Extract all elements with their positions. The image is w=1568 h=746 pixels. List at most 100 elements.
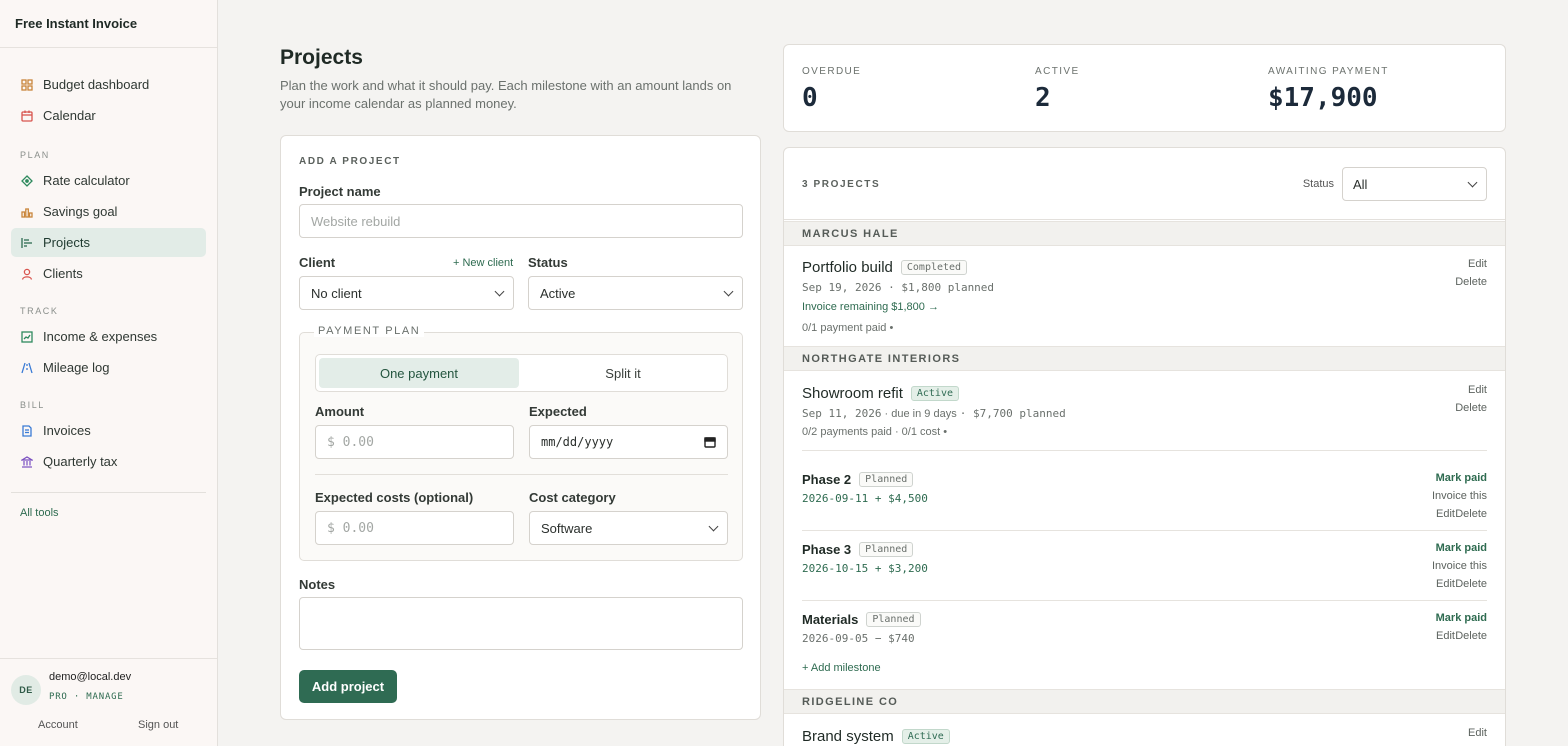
delete-button[interactable]: Delete xyxy=(1455,276,1487,288)
all-tools-link[interactable]: All tools xyxy=(0,507,217,519)
project-title[interactable]: Brand system Active xyxy=(802,728,950,745)
delete-button[interactable]: Delete xyxy=(1455,402,1487,414)
client-select[interactable]: No client xyxy=(299,276,514,310)
page-title: Projects xyxy=(280,46,363,69)
mark-paid-button[interactable]: Mark paid xyxy=(1436,472,1487,484)
delete-button[interactable]: Delete xyxy=(1455,630,1487,642)
one-payment-button[interactable]: One payment xyxy=(319,358,519,388)
expected-costs-input[interactable]: $ 0.00 xyxy=(315,511,514,545)
project-date: Sep 11, 2026 xyxy=(802,407,882,420)
expected-date-placeholder: mm/dd/yyyy xyxy=(541,435,614,449)
payment-plan-legend: PAYMENT PLAN xyxy=(314,325,425,337)
cost-category-select[interactable]: Software xyxy=(529,511,728,545)
edit-button[interactable]: Edit xyxy=(1436,630,1455,642)
list-header: 3 PROJECTS Status All xyxy=(784,148,1505,220)
project-meta: Sep 11, 2026 · due in 9 days · $7,700 pl… xyxy=(802,407,1066,420)
client-select-value: No client xyxy=(311,285,362,301)
sidebar-item-label: Mileage log xyxy=(43,360,110,375)
payment-progress: 0/2 payments paid · 0/1 cost • xyxy=(802,426,948,438)
edit-button[interactable]: Edit xyxy=(1436,508,1455,520)
sidebar: Free Instant Invoice Budget dashboard Ca… xyxy=(0,0,218,746)
sidebar-item-label: Invoices xyxy=(43,423,91,438)
divider xyxy=(802,450,1487,451)
milestone-line: 2026-09-05 − $740 xyxy=(802,632,915,645)
status-filter-value: All xyxy=(1353,177,1368,192)
calendar-icon xyxy=(704,436,716,451)
milestone-title: Phase 3 Planned xyxy=(802,542,914,557)
invoice-this-button[interactable]: Invoice this xyxy=(1432,490,1487,502)
notes-label: Notes xyxy=(299,577,336,592)
diamond-icon xyxy=(20,174,34,188)
split-it-button[interactable]: Split it xyxy=(523,358,723,388)
milestone-line: 2026-10-15 + $3,200 xyxy=(802,562,928,575)
costs-label: Expected costs (optional) xyxy=(315,490,474,505)
planned-amount: · $7,700 planned xyxy=(959,407,1066,420)
divider xyxy=(315,474,728,475)
project-name: Portfolio build xyxy=(802,259,893,276)
page-subtitle: Plan the work and what it should pay. Ea… xyxy=(280,78,732,111)
project-title[interactable]: Portfolio build Completed xyxy=(802,259,968,276)
account-link[interactable]: Account xyxy=(38,719,78,731)
invoice-remaining-link[interactable]: Invoice remaining $1,800 → xyxy=(802,301,939,313)
form-section-title: ADD A PROJECT xyxy=(299,156,401,167)
add-project-button[interactable]: Add project xyxy=(299,670,397,703)
status-filter-select[interactable]: All xyxy=(1342,167,1487,201)
cost-category-value: Software xyxy=(541,520,593,536)
edit-button[interactable]: Edit xyxy=(1468,384,1487,396)
amount-input[interactable]: $ 0.00 xyxy=(315,425,514,459)
add-milestone-button[interactable]: + Add milestone xyxy=(802,662,881,674)
payment-plan-fieldset: PAYMENT PLAN One payment Split it Amount… xyxy=(299,325,743,561)
sidebar-item-invoices[interactable]: Invoices xyxy=(11,416,206,445)
user-panel: DE demo@local.dev PRO · MANAGE Account S… xyxy=(0,658,217,746)
client-group-header: RIDGELINE CO xyxy=(784,689,1505,714)
sidebar-item-projects[interactable]: Projects xyxy=(11,228,206,257)
sidebar-item-quarterly-tax[interactable]: Quarterly tax xyxy=(11,447,206,476)
sidebar-item-savings-goal[interactable]: Savings goal xyxy=(11,197,206,226)
edit-button[interactable]: Edit xyxy=(1436,578,1455,590)
status-select[interactable]: Active xyxy=(528,276,743,310)
expected-label: Expected xyxy=(529,404,587,419)
delete-button[interactable]: Delete xyxy=(1455,508,1487,520)
divider xyxy=(802,600,1487,601)
sidebar-item-calendar[interactable]: Calendar xyxy=(11,101,206,130)
mark-paid-button[interactable]: Mark paid xyxy=(1436,542,1487,554)
plan-manage-link[interactable]: PRO · MANAGE xyxy=(49,692,124,702)
grid-icon xyxy=(20,78,34,92)
expected-date-input[interactable]: mm/dd/yyyy xyxy=(529,425,728,459)
edit-button[interactable]: Edit xyxy=(1468,258,1487,270)
status-badge: Active xyxy=(901,729,950,744)
delete-button[interactable]: Delete xyxy=(1455,578,1487,590)
sidebar-item-rate-calculator[interactable]: Rate calculator xyxy=(11,166,206,195)
chevron-down-icon xyxy=(723,286,734,297)
edit-button[interactable]: Edit xyxy=(1468,727,1487,739)
client-group-header: MARCUS HALE xyxy=(784,221,1505,246)
divider xyxy=(11,492,206,493)
cost-category-label: Cost category xyxy=(529,490,616,505)
sidebar-item-mileage-log[interactable]: Mileage log xyxy=(11,353,206,382)
project-name-label: Project name xyxy=(299,184,381,199)
status-filter-label: Status xyxy=(1302,178,1334,190)
chevron-down-icon xyxy=(1467,177,1478,188)
status-badge: Planned xyxy=(866,612,921,627)
invoice-this-button[interactable]: Invoice this xyxy=(1432,560,1487,572)
sign-out-link[interactable]: Sign out xyxy=(138,719,178,731)
project-title[interactable]: Showroom refit Active xyxy=(802,385,959,402)
payment-mode-toggle: One payment Split it xyxy=(315,354,728,392)
project-name-input[interactable]: Website rebuild xyxy=(299,204,743,238)
milestone-line: 2026-09-11 + $4,500 xyxy=(802,492,928,505)
mark-paid-button[interactable]: Mark paid xyxy=(1436,612,1487,624)
milestone-name: Materials xyxy=(802,612,859,627)
milestone-title: Phase 2 Planned xyxy=(802,472,914,487)
sidebar-item-income-expenses[interactable]: Income & expenses xyxy=(11,322,206,351)
status-badge: Planned xyxy=(859,542,914,557)
calendar-icon xyxy=(20,109,34,123)
notes-textarea[interactable] xyxy=(299,597,743,650)
milestone-title: Materials Planned xyxy=(802,612,921,627)
sidebar-item-budget-dashboard[interactable]: Budget dashboard xyxy=(11,70,206,99)
bar-chart-icon xyxy=(20,205,34,219)
sidebar-item-label: Rate calculator xyxy=(43,173,130,188)
chevron-down-icon xyxy=(494,286,505,297)
new-client-link[interactable]: + New client xyxy=(453,257,513,269)
sidebar-item-clients[interactable]: Clients xyxy=(11,259,206,288)
sidebar-item-label: Savings goal xyxy=(43,204,118,219)
